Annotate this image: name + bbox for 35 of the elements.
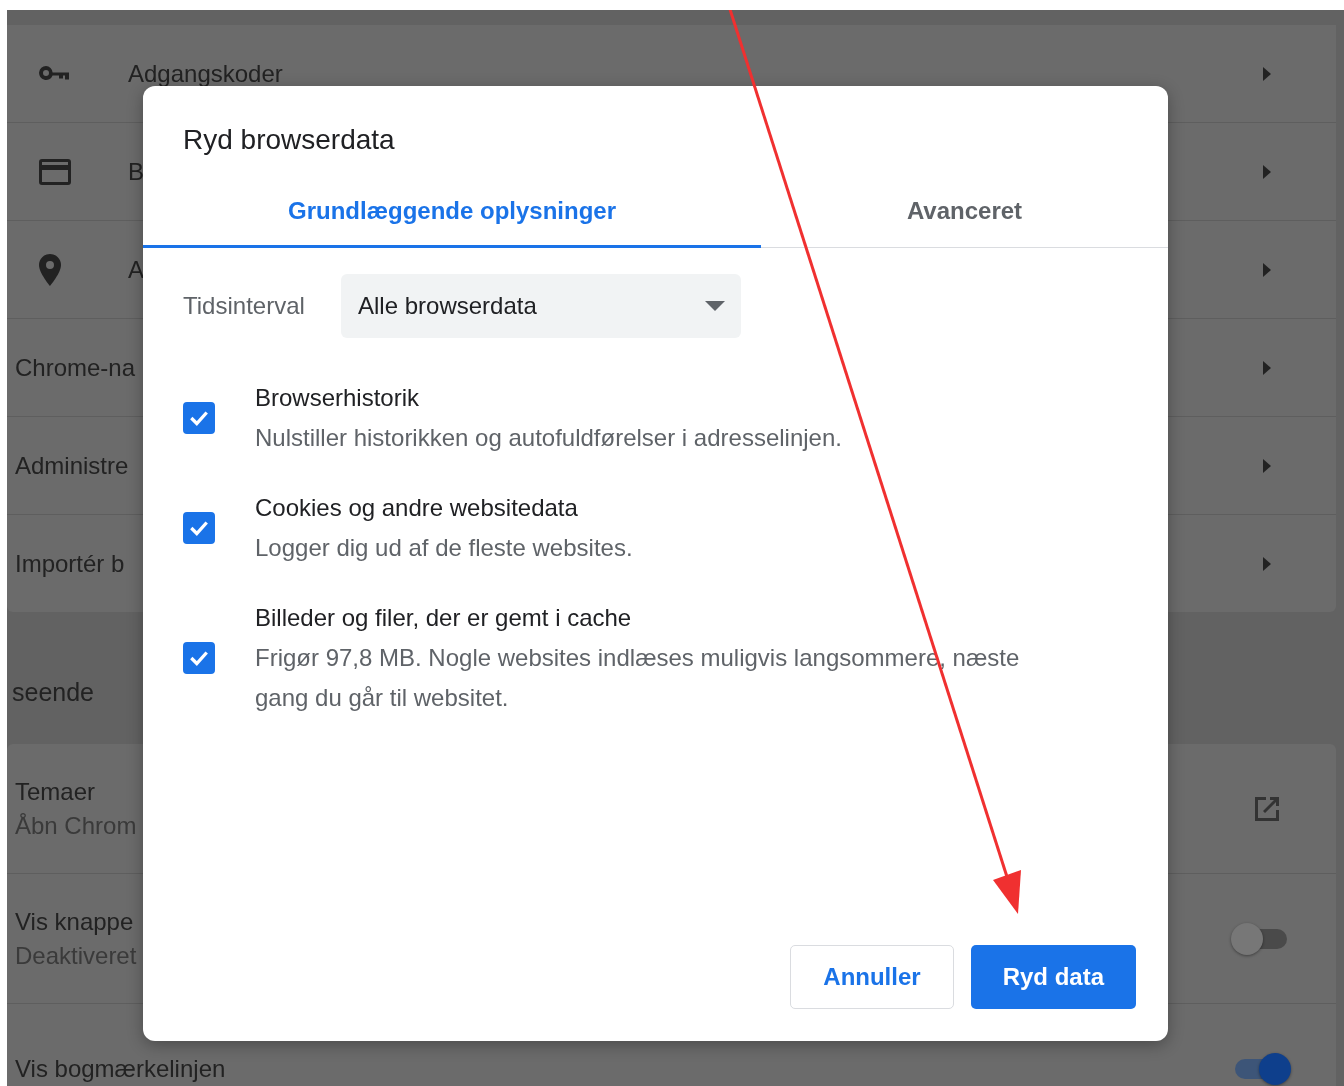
option-description: Nulstiller historikken og autofuldførelser i adresselinjen. [255,423,843,453]
caret-right-icon[interactable] [1263,458,1271,473]
section-heading: seende [12,678,95,706]
checkbox[interactable] [183,402,215,434]
settings-item[interactable]: B [7,157,144,186]
setting-title: Temaer [15,777,97,806]
caret-right-icon[interactable] [1263,262,1271,277]
key-icon [39,65,71,82]
tab[interactable]: Grundlæggende oplysninger [143,176,761,248]
location-pin-icon [39,253,61,286]
caret-right-icon[interactable] [1263,556,1271,571]
caret-right-icon[interactable] [1263,66,1271,81]
tab[interactable]: Avanceret [761,176,1168,248]
card-icon [39,158,71,185]
checkbox[interactable] [183,512,215,544]
settings-item[interactable]: Adgangskoder [7,59,283,88]
settings-item[interactable]: Importér b [7,549,125,578]
caret-right-icon[interactable] [1263,360,1271,375]
settings-item[interactable]: Administre [7,451,129,480]
setting-title: Vis bogmærkelinjen [15,1054,226,1083]
settings-item[interactable]: Chrome-na [7,353,136,382]
dialog-title: Ryd browserdata [182,123,396,156]
time-range-label: Tidsinterval [183,292,306,320]
option-title: Cookies og andre websitedata [255,493,579,523]
time-range-dropdown[interactable]: Alle browserdata [341,274,741,338]
cancel-button[interactable]: Annuller [790,945,954,1009]
caret-right-icon[interactable] [1263,164,1271,179]
checkbox[interactable] [183,642,215,674]
caret-down-icon [705,301,725,311]
clear-data-button[interactable]: Ryd data [970,945,1136,1009]
option-title: Billeder og filer, der er gemt i cache [255,603,633,633]
option-title: Browserhistorik [255,383,421,413]
setting-title: Vis knappe [15,907,135,936]
option-description: Logger dig ud af de fleste websites. [255,533,634,563]
settings-item[interactable]: A [7,255,144,284]
